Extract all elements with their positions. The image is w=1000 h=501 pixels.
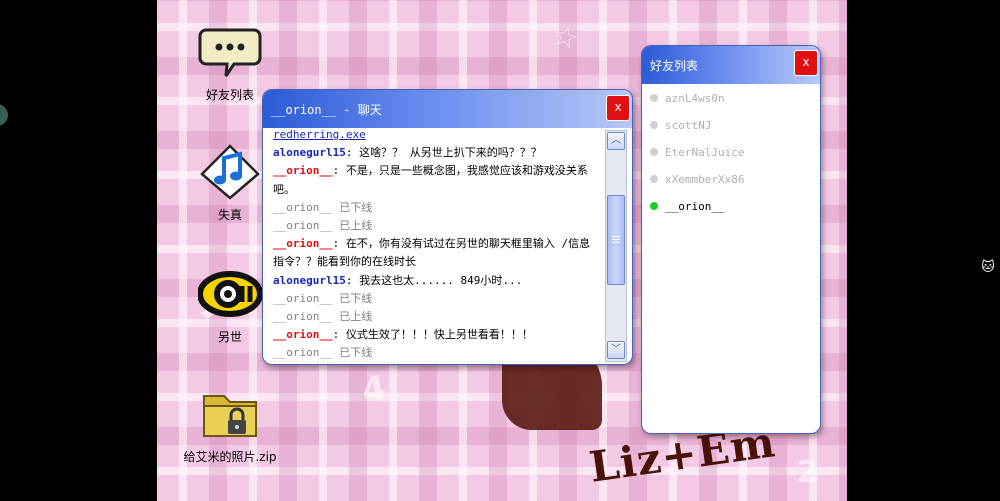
status-dot-icon <box>650 175 658 183</box>
friend-name: scottNJ <box>665 119 712 132</box>
chat-message: __orion__: 仪式生效了！！！快上另世看看！！！ <box>273 326 598 344</box>
friend-item[interactable]: scottNJ <box>650 119 711 132</box>
chat-sender: __orion__ <box>273 237 333 251</box>
scroll-up-button[interactable]: ︿ <box>607 132 625 150</box>
status-dot-icon <box>650 148 658 156</box>
chat-message: alonegurl15: 这啥？？ 从另世上扒下来的吗？？？ <box>273 144 598 162</box>
chat-message: alonegurl15: 我去这也太...... 849小时... <box>273 272 598 290</box>
chat-system-message: __orion__ 已上线 <box>273 310 373 324</box>
wallpaper-doodle: ☆ <box>547 17 583 58</box>
desktop-icon-zip[interactable]: 给艾米的照片.zip <box>175 382 285 465</box>
chat-sender: __orion__ <box>273 328 333 342</box>
eye-logo-icon <box>197 262 263 326</box>
friend-name: EterNalJuice <box>665 146 745 159</box>
status-dot-icon <box>650 202 658 210</box>
chat-message-text: : 这啥？？ 从另世上扒下来的吗？？？ <box>345 146 542 160</box>
chat-attachment-link[interactable]: redherring.exe <box>273 126 598 144</box>
chat-window-title: __orion__ - 聊天 <box>271 103 382 117</box>
status-dot-icon <box>650 94 658 102</box>
grip-line <box>612 239 620 241</box>
chat-system-message: __orion__ 已下线 <box>273 200 373 214</box>
chat-system-message: __orion__ 已上线 <box>273 219 373 233</box>
friend-item[interactable]: EterNalJuice <box>650 146 744 159</box>
grip-line <box>612 242 620 244</box>
chat-bubble-icon <box>198 20 262 84</box>
chat-message-text: : 我去这也太...... 849小时... <box>345 273 523 287</box>
close-button[interactable]: x <box>606 95 630 121</box>
grip-line <box>612 236 620 238</box>
edge-circle-decoration <box>0 104 8 126</box>
wallpaper-doodle: 2 <box>797 455 818 490</box>
status-dot-icon <box>650 121 658 129</box>
scroll-down-button[interactable]: ﹀ <box>607 341 625 359</box>
cat-icon[interactable]: 🐱 <box>980 260 996 276</box>
close-button[interactable]: x <box>794 50 818 76</box>
desktop: 4 2 ☆ ✦ Liz+Em 好友列表 失真 另世 给艾米的照片.zip __o… <box>157 0 847 501</box>
chat-titlebar[interactable]: __orion__ - 聊天 x <box>263 90 632 128</box>
chat-scrollbar[interactable]: ︿ ﹀ <box>605 130 627 362</box>
chevron-up-icon: ︿ <box>611 135 621 146</box>
scrollbar-thumb[interactable] <box>607 195 625 286</box>
chat-system-message: __orion__ 已下线 <box>273 291 373 305</box>
friends-titlebar[interactable]: 好友列表 x <box>642 46 820 84</box>
friend-item[interactable]: __orion__ <box>650 200 725 213</box>
chat-system-message: __orion__ 已下线 <box>273 346 373 360</box>
chat-message-text: : 仪式生效了！！！快上另世看看！！！ <box>332 328 533 342</box>
friends-window: 好友列表 x aznL4ws0n scottNJ EterNalJuice xXemm… <box>641 45 821 434</box>
chat-sender: __orion__ <box>273 164 333 178</box>
chat-message: __orion__: 在不，你有没有试过在另世的聊天框里输入 /信息 指令？？能… <box>273 235 598 271</box>
friends-window-title: 好友列表 <box>650 59 699 73</box>
music-note-icon <box>198 140 262 204</box>
chat-window: __orion__ - 聊天 x redherring.exe alonegurl… <box>262 89 633 365</box>
friend-name: xXemmberXx86 <box>665 173 745 186</box>
friend-name: __orion__ <box>665 200 725 213</box>
chevron-down-icon: ﹀ <box>611 344 621 355</box>
chat-sender: alonegurl15 <box>273 273 346 287</box>
wallpaper-doodle: 4 <box>358 368 389 412</box>
friend-item[interactable]: xXemmberXx86 <box>650 173 744 186</box>
friend-item[interactable]: aznL4ws0n <box>650 92 725 105</box>
zip-folder-icon <box>198 382 262 446</box>
friend-name: aznL4ws0n <box>665 92 725 105</box>
chat-message: __orion__: 不是，只是一些概念图，我感觉应该和游戏没关系吧。 <box>273 162 598 198</box>
chat-log: redherring.exe alonegurl15: 这啥？？ 从另世上扒下来的… <box>273 126 598 362</box>
chat-sender: alonegurl15 <box>273 146 346 160</box>
